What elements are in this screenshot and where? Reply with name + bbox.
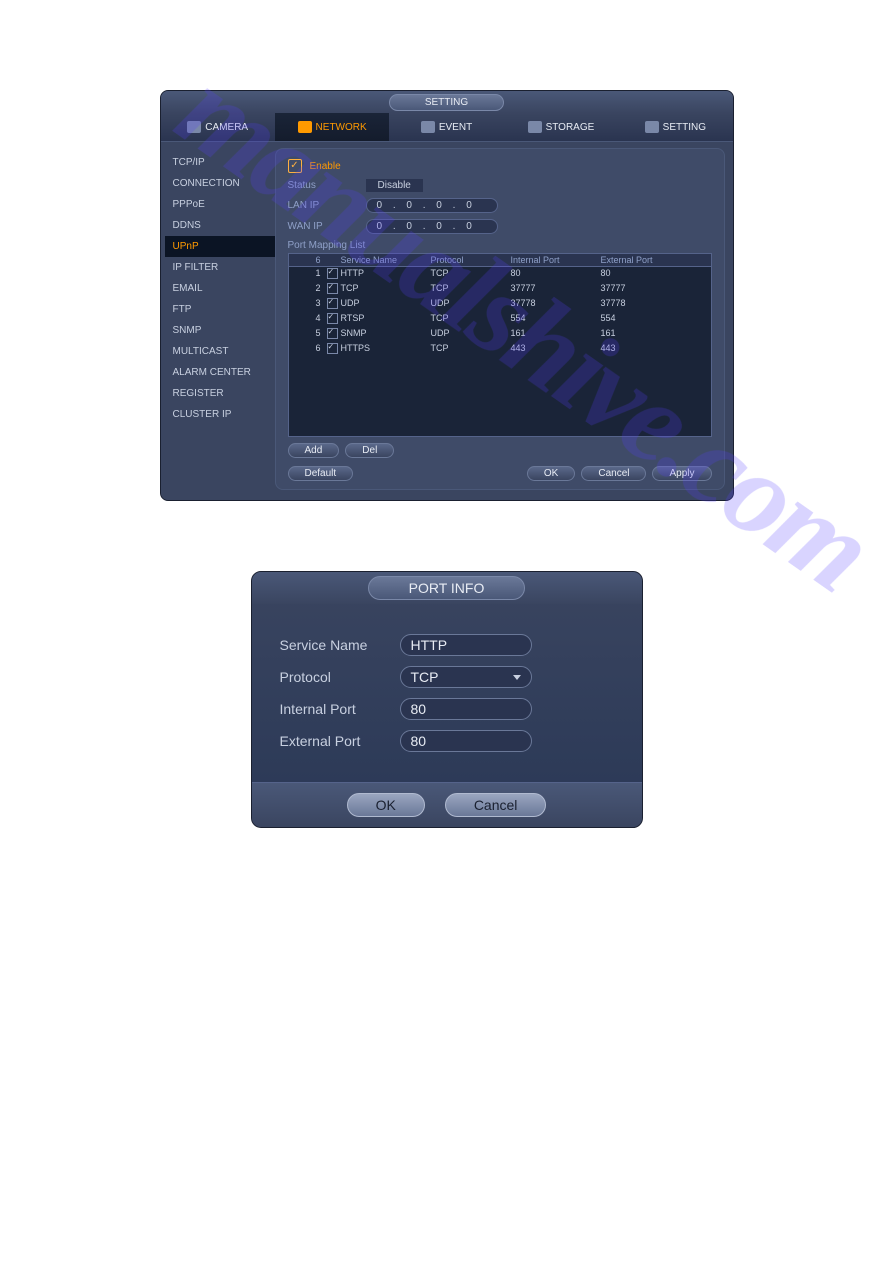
tab-label: STORAGE [546, 122, 595, 133]
default-button[interactable]: Default [288, 466, 354, 481]
extport-input[interactable]: 80 [400, 730, 532, 752]
tab-camera[interactable]: CAMERA [161, 113, 275, 141]
row-checkbox[interactable] [327, 268, 338, 279]
table-row[interactable]: 6HTTPSTCP443443 [289, 342, 711, 357]
lanip-label: LAN IP [288, 200, 358, 211]
sidebar-item-connection[interactable]: CONNECTION [165, 173, 275, 194]
sidebar: TCP/IP CONNECTION PPPoE DDNS UPnP IP FIL… [165, 148, 275, 490]
settings-window: SETTING CAMERA NETWORK EVENT STORAGE SET… [160, 90, 734, 501]
tab-storage[interactable]: STORAGE [504, 113, 618, 141]
row-checkbox[interactable] [327, 283, 338, 294]
chevron-down-icon [513, 675, 521, 680]
col-service: Service Name [341, 255, 431, 265]
intport-label: Internal Port [280, 701, 400, 717]
table-row[interactable]: 2TCPTCP3777737777 [289, 282, 711, 297]
sidebar-item-multicast[interactable]: MULTICAST [165, 341, 275, 362]
protocol-label: Protocol [280, 669, 400, 685]
sidebar-item-email[interactable]: EMAIL [165, 278, 275, 299]
sidebar-item-register[interactable]: REGISTER [165, 383, 275, 404]
status-value: Disable [366, 179, 423, 192]
enable-checkbox[interactable]: ✓ [288, 159, 302, 173]
wanip-label: WAN IP [288, 221, 358, 232]
sidebar-item-pppoe[interactable]: PPPoE [165, 194, 275, 215]
sidebar-item-ipfilter[interactable]: IP FILTER [165, 257, 275, 278]
sidebar-item-ddns[interactable]: DDNS [165, 215, 275, 236]
service-label: Service Name [280, 637, 400, 653]
camera-icon [187, 121, 201, 133]
tab-label: CAMERA [205, 122, 248, 133]
service-input[interactable]: HTTP [400, 634, 532, 656]
table-row[interactable]: 4RTSPTCP554554 [289, 312, 711, 327]
del-button[interactable]: Del [345, 443, 394, 458]
setting-icon [645, 121, 659, 133]
table-header: 6 Service Name Protocol Internal Port Ex… [289, 254, 711, 267]
apply-button[interactable]: Apply [652, 466, 711, 481]
port-mapping-table: 6 Service Name Protocol Internal Port Ex… [288, 253, 712, 437]
storage-icon [528, 121, 542, 133]
dialog-title: PORT INFO [368, 576, 526, 600]
protocol-select[interactable]: TCP [400, 666, 532, 688]
port-info-dialog: PORT INFO Service Name HTTP Protocol TCP… [251, 571, 643, 828]
sidebar-item-clusterip[interactable]: CLUSTER IP [165, 404, 275, 425]
enable-label: Enable [310, 161, 341, 172]
tab-setting[interactable]: SETTING [618, 113, 732, 141]
tab-label: EVENT [439, 122, 472, 133]
body: TCP/IP CONNECTION PPPoE DDNS UPnP IP FIL… [161, 142, 733, 500]
tab-event[interactable]: EVENT [389, 113, 503, 141]
cancel-button[interactable]: Cancel [581, 466, 646, 481]
extport-label: External Port [280, 733, 400, 749]
ok-button[interactable]: OK [527, 466, 575, 481]
content-pane: ✓ Enable Status Disable LAN IP 0 . 0 . 0… [275, 148, 725, 490]
intport-input[interactable]: 80 [400, 698, 532, 720]
status-label: Status [288, 180, 358, 191]
wanip-field[interactable]: 0 . 0 . 0 . 0 [366, 219, 498, 234]
dialog-titlebar: PORT INFO [252, 572, 642, 604]
tab-label: SETTING [663, 122, 706, 133]
sidebar-item-snmp[interactable]: SNMP [165, 320, 275, 341]
sidebar-item-ftp[interactable]: FTP [165, 299, 275, 320]
table-row[interactable]: 1HTTPTCP8080 [289, 267, 711, 282]
col-count: 6 [295, 255, 327, 265]
tabbar: CAMERA NETWORK EVENT STORAGE SETTING [161, 113, 733, 142]
table-row[interactable]: 3UDPUDP3777837778 [289, 297, 711, 312]
tab-label: NETWORK [316, 122, 367, 133]
row-checkbox[interactable] [327, 343, 338, 354]
sidebar-item-alarmcenter[interactable]: ALARM CENTER [165, 362, 275, 383]
table-row[interactable]: 5SNMPUDP161161 [289, 327, 711, 342]
network-icon [298, 121, 312, 133]
sidebar-item-upnp[interactable]: UPnP [165, 236, 275, 257]
lanip-field[interactable]: 0 . 0 . 0 . 0 [366, 198, 498, 213]
maplist-label: Port Mapping List [288, 240, 712, 251]
dialog-footer: OK Cancel [252, 782, 642, 827]
col-internal: Internal Port [511, 255, 601, 265]
sidebar-item-tcpip[interactable]: TCP/IP [165, 152, 275, 173]
row-checkbox[interactable] [327, 313, 338, 324]
window-title: SETTING [389, 94, 504, 111]
dialog-form: Service Name HTTP Protocol TCP Internal … [252, 604, 642, 782]
col-external: External Port [601, 255, 681, 265]
titlebar: SETTING [161, 91, 733, 113]
col-protocol: Protocol [431, 255, 511, 265]
dialog-ok-button[interactable]: OK [347, 793, 425, 817]
row-checkbox[interactable] [327, 328, 338, 339]
tab-network[interactable]: NETWORK [275, 113, 389, 141]
event-icon [421, 121, 435, 133]
add-button[interactable]: Add [288, 443, 340, 458]
row-checkbox[interactable] [327, 298, 338, 309]
dialog-cancel-button[interactable]: Cancel [445, 793, 547, 817]
